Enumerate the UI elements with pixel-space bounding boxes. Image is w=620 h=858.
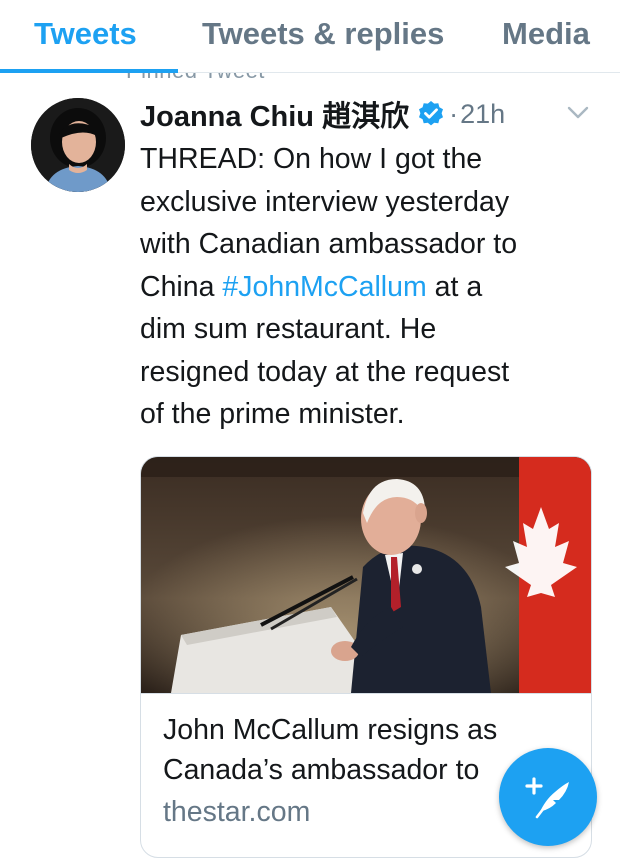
active-tab-indicator — [0, 69, 178, 73]
tweet-text-line: THREAD: On how I got the — [140, 143, 483, 175]
compose-tweet-icon — [523, 770, 573, 825]
separator-dot: · — [449, 98, 459, 129]
profile-tabs: Tweets Tweets & replies Media — [0, 0, 620, 73]
tweet-text-line: dim sum restaurant. He — [140, 313, 437, 345]
compose-tweet-button[interactable] — [499, 748, 597, 846]
author-name[interactable]: Joanna Chiu 趙淇欣 — [140, 93, 409, 135]
tweet-text-fragment: at a — [426, 270, 483, 303]
card-image — [141, 457, 591, 693]
tab-tweets[interactable]: Tweets — [34, 16, 137, 52]
tweet-text-line: with Canadian ambassador to — [140, 228, 518, 260]
verified-badge-icon — [417, 100, 445, 128]
tweet-header: Joanna Chiu 趙淇欣 · 21h — [140, 94, 505, 134]
tweet-text-fragment: China — [140, 270, 223, 303]
card-body: John McCallum resigns as Canada’s ambass… — [141, 693, 591, 828]
chevron-down-icon[interactable] — [566, 104, 590, 122]
avatar[interactable] — [31, 98, 125, 192]
tweet-text-line: exclusive interview yesterday — [140, 185, 510, 218]
tweet-text-line: resigned today at the request — [140, 355, 510, 388]
card-domain: thestar.com — [163, 796, 311, 828]
tab-tweets-and-replies[interactable]: Tweets & replies — [202, 16, 444, 52]
card-title-line: John McCallum resigns as — [163, 714, 498, 746]
tweet-text-line: China #JohnMcCallum at a — [140, 266, 595, 309]
tweet-timestamp[interactable]: 21h — [460, 99, 505, 130]
tweet-text: THREAD: On how I got the exclusive inter… — [140, 138, 595, 436]
tweet-text-line: of the prime minister. — [140, 398, 405, 430]
tab-media[interactable]: Media — [502, 16, 590, 52]
hashtag-link[interactable]: #JohnMcCallum — [222, 271, 426, 303]
